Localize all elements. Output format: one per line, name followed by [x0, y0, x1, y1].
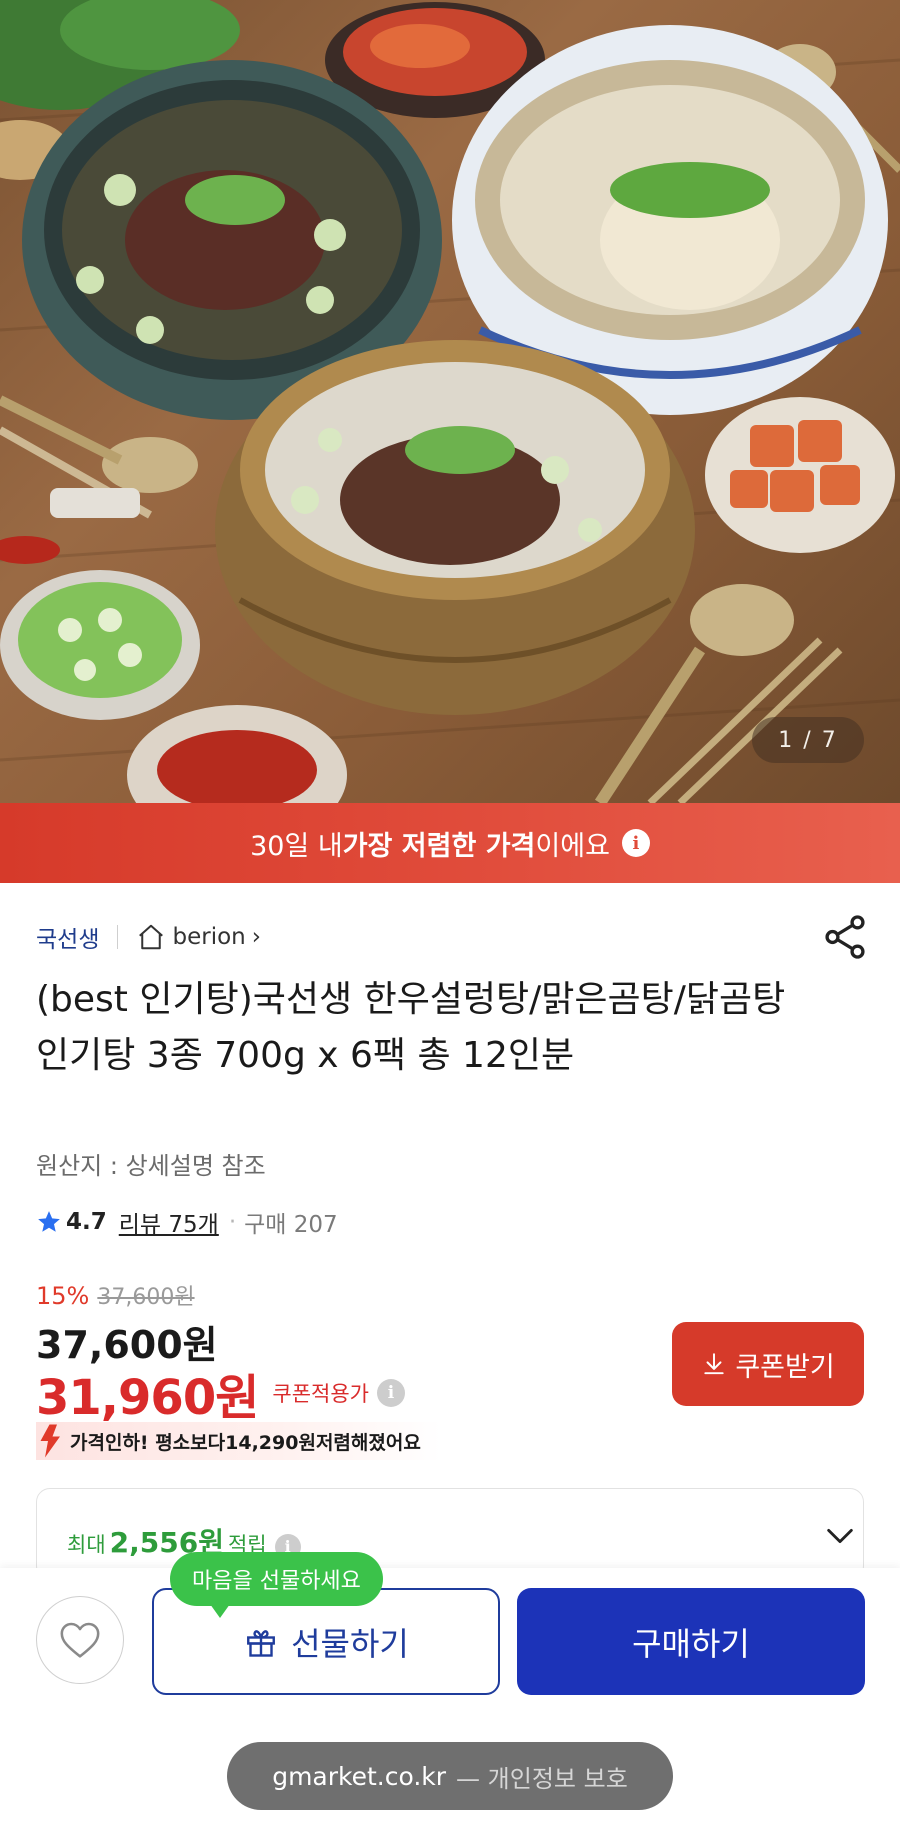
- rating-score: 4.7: [66, 1209, 107, 1235]
- coupon-price-row: 31,960원 쿠폰적용가 i: [36, 1358, 405, 1428]
- wishlist-button[interactable]: [36, 1596, 124, 1684]
- product-image[interactable]: 1 / 7: [0, 0, 900, 803]
- price-drop-suffix: 저렴해졌어요: [315, 1431, 421, 1454]
- info-icon[interactable]: i: [377, 1379, 405, 1407]
- banner-text-bold: 가장 저렴한 가격: [342, 830, 536, 862]
- product-title: (best 인기탕)국선생 한우설렁탕/맑은곰탕/닭곰탕 인기탕 3종 700g…: [36, 979, 786, 1076]
- lowest-price-banner[interactable]: 30일 내 가장 저렴한 가격 이에요 i: [0, 803, 900, 883]
- image-counter: 1 / 7: [752, 717, 864, 763]
- store-link[interactable]: berion: [172, 924, 245, 950]
- buy-button[interactable]: 구매하기: [517, 1588, 865, 1695]
- discount-percent: 15%: [36, 1282, 90, 1310]
- discount-row: 15% 37,600원: [36, 1279, 195, 1311]
- chevron-right-icon: ›: [251, 924, 261, 950]
- price-drop-notice: 가격인하! 평소보다 14,290원 저렴해졌어요: [36, 1422, 441, 1460]
- gift-button-label: 선물하기: [291, 1625, 409, 1662]
- star-icon: [38, 1211, 60, 1232]
- download-icon: [704, 1353, 724, 1375]
- privacy-label: — 개인정보 보호: [456, 1764, 628, 1793]
- down-arrow-icon: [40, 1424, 60, 1458]
- coupon-price: 31,960원: [36, 1370, 259, 1426]
- original-price: 37,600원: [97, 1285, 195, 1310]
- browser-url-bar[interactable]: gmarket.co.kr — 개인정보 보호: [227, 1742, 673, 1810]
- seller-row: 국선생 berion ›: [36, 918, 261, 956]
- origin-info: 원산지 : 상세설명 참조: [36, 1152, 266, 1180]
- coupon-button[interactable]: 쿠폰받기: [672, 1322, 864, 1406]
- banner-text-after: 이에요: [535, 830, 610, 862]
- coupon-price-label: 쿠폰적용가: [272, 1382, 369, 1406]
- gift-tooltip: 마음을 선물하세요: [170, 1552, 383, 1618]
- food-photo: [0, 0, 900, 803]
- points-prefix: 최대: [67, 1533, 106, 1557]
- brand-link[interactable]: 국선생: [36, 920, 99, 954]
- rating-row: 4.7 리뷰 75개 · 구매 207: [36, 1204, 338, 1240]
- coupon-button-label: 쿠폰받기: [735, 1351, 835, 1382]
- share-icon[interactable]: [820, 912, 870, 962]
- banner-text-before: 30일 내: [250, 830, 343, 862]
- purchase-count: 구매 207: [244, 1212, 338, 1238]
- price-drop-prefix: 가격인하! 평소보다: [70, 1431, 226, 1454]
- review-link[interactable]: 리뷰 75개: [119, 1205, 219, 1239]
- separator-dot: ·: [228, 1209, 237, 1235]
- gift-tooltip-text: 마음을 선물하세요: [192, 1569, 361, 1594]
- url-domain: gmarket.co.kr: [272, 1761, 447, 1791]
- heart-icon: [60, 1622, 100, 1658]
- buy-button-label: 구매하기: [632, 1625, 750, 1662]
- home-icon: [139, 924, 164, 950]
- chevron-down-icon[interactable]: [823, 1519, 857, 1553]
- gift-icon: [247, 1629, 276, 1657]
- points-card[interactable]: 최대 2,556원 적립 i: [36, 1488, 864, 1580]
- info-icon[interactable]: i: [621, 829, 650, 857]
- divider: [117, 925, 119, 949]
- price-drop-amount: 14,290원: [225, 1431, 316, 1454]
